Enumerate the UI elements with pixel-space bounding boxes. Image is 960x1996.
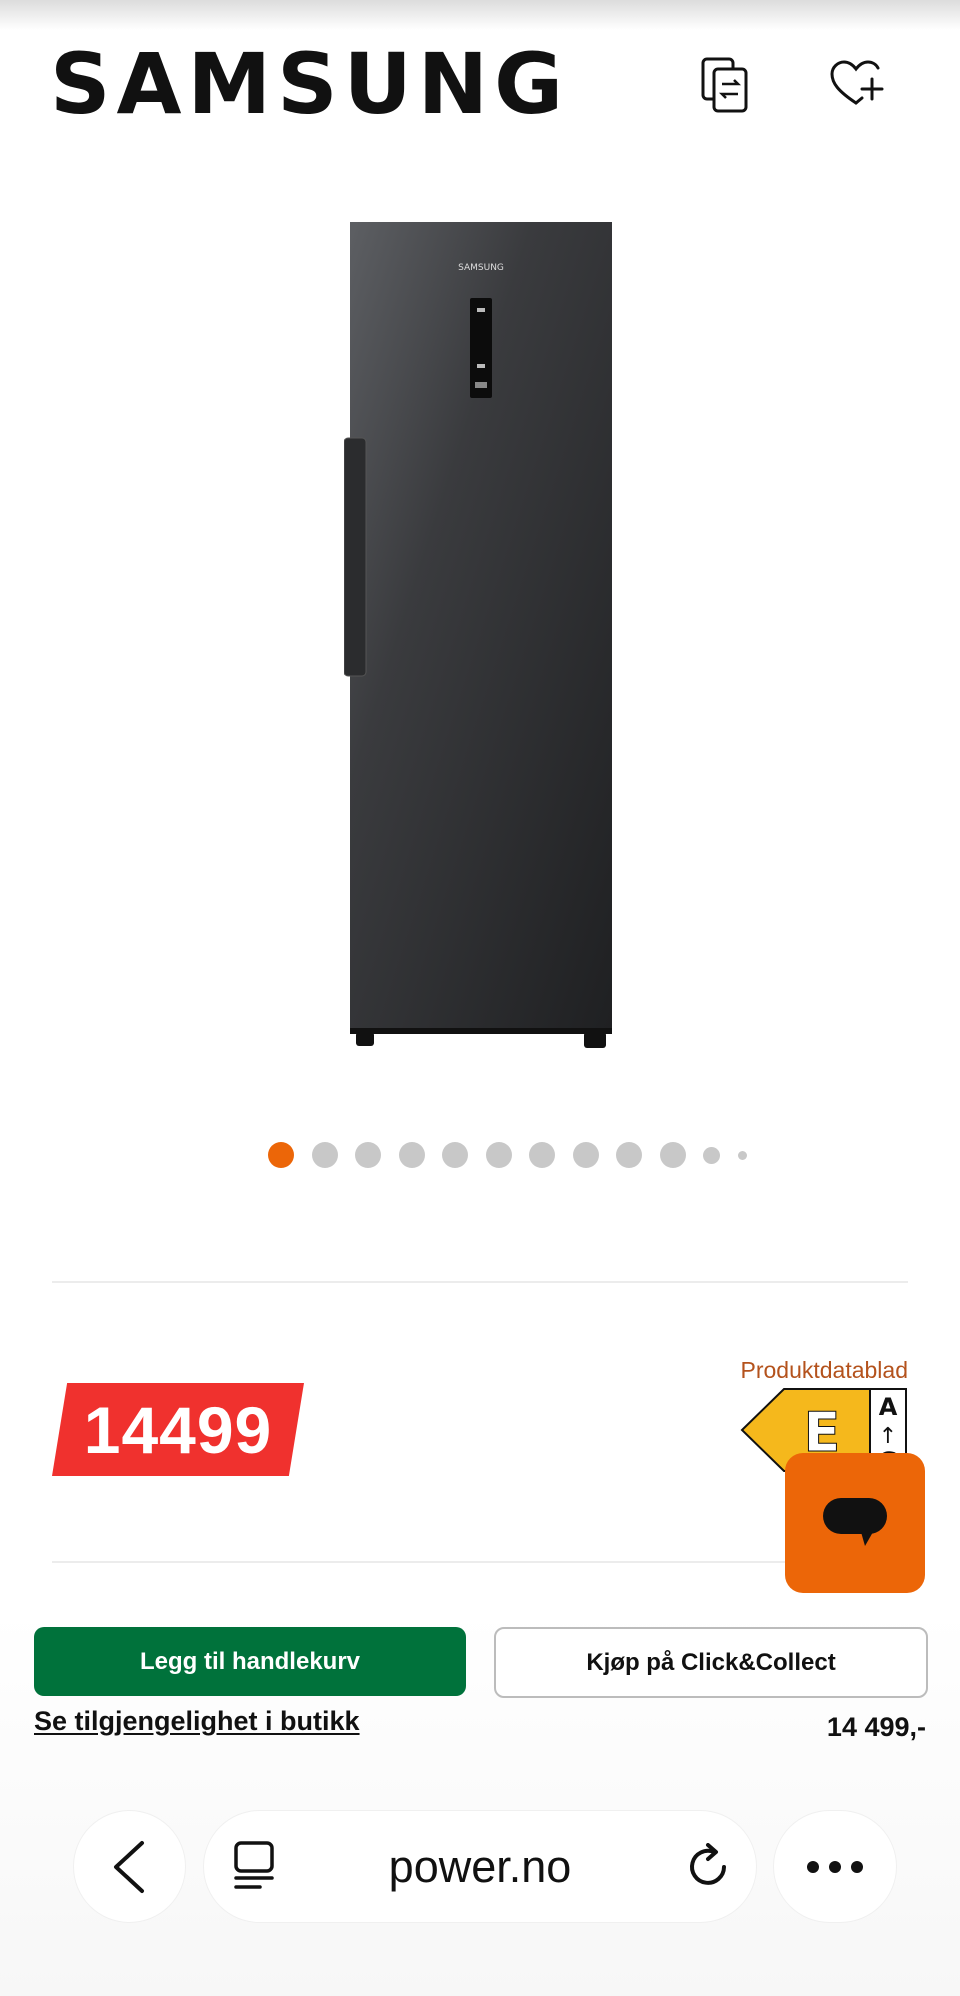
address-bar[interactable]: power.no — [204, 1811, 756, 1922]
carousel-dot[interactable] — [355, 1142, 381, 1168]
chat-button[interactable] — [785, 1453, 925, 1593]
compare-icon — [701, 57, 748, 113]
carousel-dot[interactable] — [268, 1142, 294, 1168]
click-collect-button[interactable]: Kjøp på Click&Collect — [494, 1627, 928, 1698]
price-formatted: 14 499,- — [826, 1712, 926, 1742]
product-datasheet-link[interactable]: Produktdatablad — [740, 1357, 908, 1384]
carousel-dot[interactable] — [659, 1142, 686, 1168]
status-bar-fade — [0, 0, 960, 30]
browser-more-button[interactable] — [774, 1811, 896, 1922]
reload-icon[interactable] — [686, 1843, 732, 1891]
carousel-dot[interactable] — [311, 1142, 338, 1168]
browser-back-button[interactable] — [74, 1811, 185, 1922]
chat-bubble-icon — [823, 1498, 887, 1546]
heart-plus-icon — [830, 60, 884, 105]
url-text: power.no — [388, 1840, 572, 1892]
price-badge-value: 14499 — [83, 1392, 273, 1467]
compare-button[interactable] — [696, 55, 756, 115]
divider — [52, 1281, 908, 1283]
carousel-dot[interactable] — [398, 1142, 425, 1168]
carousel-dot[interactable] — [485, 1142, 512, 1168]
product-image[interactable]: SAMSUNG — [344, 222, 614, 1050]
chevron-left-icon — [113, 1840, 144, 1893]
energy-scale-arrow: ↑ — [879, 1424, 897, 1449]
add-to-cart-button[interactable]: Legg til handlekurv — [34, 1627, 466, 1696]
carousel-dot[interactable] — [442, 1142, 468, 1168]
carousel-dot[interactable] — [616, 1142, 642, 1168]
carousel-dot[interactable] — [572, 1142, 599, 1168]
store-availability-link[interactable]: Se tilgjengelighet i butikk — [34, 1706, 360, 1737]
divider — [52, 1561, 908, 1563]
carousel-dots — [268, 1140, 764, 1170]
wishlist-button[interactable] — [826, 55, 886, 115]
tabs-icon — [234, 1841, 274, 1889]
carousel-dot[interactable] — [737, 1150, 747, 1160]
energy-scale-top: A — [879, 1393, 898, 1421]
more-dots-icon — [807, 1860, 863, 1873]
fridge-brand-text: SAMSUNG — [458, 263, 504, 273]
brand-logo: SAMSUNG — [50, 35, 570, 133]
carousel-dot[interactable] — [703, 1146, 720, 1164]
carousel-dot[interactable] — [529, 1142, 555, 1168]
